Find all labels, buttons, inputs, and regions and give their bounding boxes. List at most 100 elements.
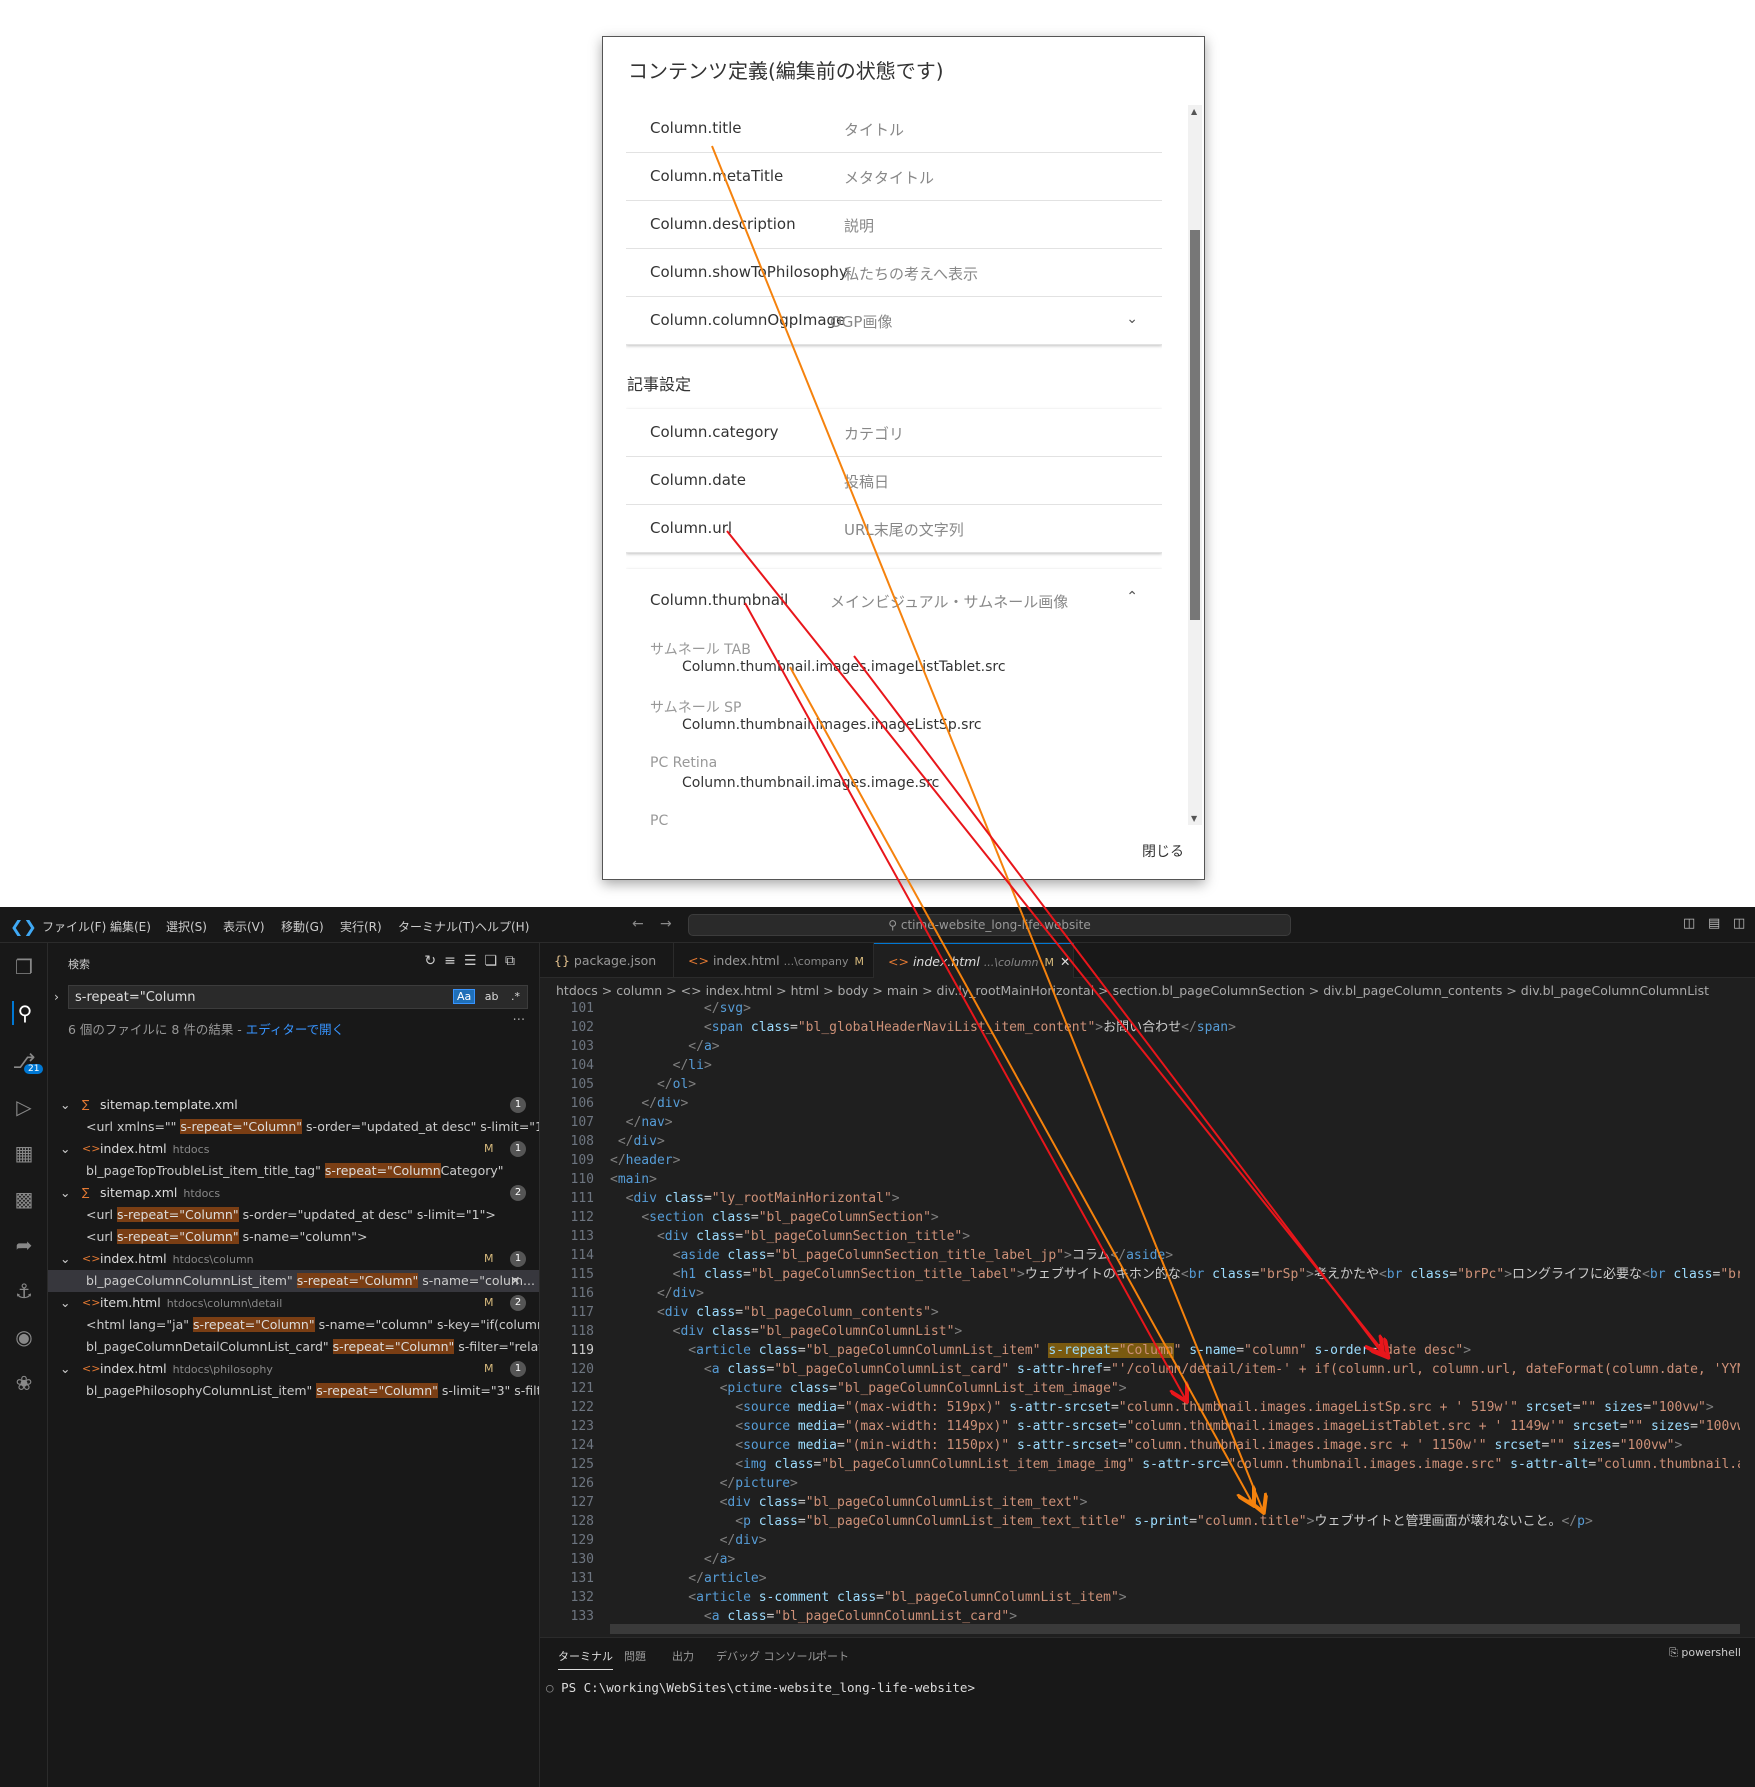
toggle-panel-icon[interactable]: ▤ — [1708, 916, 1720, 931]
scroll-up-icon[interactable]: ▲ — [1191, 107, 1197, 116]
code-line[interactable]: 112 <section class="bl_pageColumnSection… — [540, 1208, 1740, 1227]
code-line[interactable]: 121 <picture class="bl_pageColumnColumnL… — [540, 1379, 1740, 1398]
scroll-down-icon[interactable]: ▼ — [1191, 814, 1197, 823]
menu-item[interactable]: 表示(V) — [223, 918, 265, 935]
forward-arrow-icon[interactable]: → — [660, 916, 672, 932]
code-line[interactable]: 115 <h1 class="bl_pageColumnSection_titl… — [540, 1265, 1740, 1284]
tab-index-company[interactable]: <> index.html ...\company M — [674, 943, 874, 978]
result-match[interactable]: <url s-repeat="Column" s-order="updated_… — [48, 1204, 539, 1226]
more-options-icon[interactable]: ⋯ — [513, 1011, 526, 1026]
toggle-replace-icon[interactable]: › — [54, 989, 59, 1004]
code-line[interactable]: 105 </ol> — [540, 1075, 1740, 1094]
code-line[interactable]: 104 </li> — [540, 1056, 1740, 1075]
code-line[interactable]: 110 <main> — [540, 1170, 1740, 1189]
search-icon[interactable]: ⚲ — [12, 1001, 36, 1025]
scrollbar-thumb[interactable] — [1190, 230, 1200, 620]
command-center[interactable]: ⚲ ctime-website_long-life-website — [688, 914, 1291, 936]
extensions-icon[interactable]: ▦ — [12, 1141, 36, 1165]
code-line[interactable]: 125 <img class="bl_pageColumnColumnList_… — [540, 1455, 1740, 1474]
docker-icon[interactable]: ⚓ — [12, 1279, 36, 1303]
chevron-up-icon[interactable]: ⌃ — [1126, 589, 1138, 605]
regex-toggle[interactable]: .* — [508, 990, 523, 1003]
terminal-prompt[interactable]: ○ PS C:\working\WebSites\ctime-website_l… — [546, 1680, 975, 1695]
collapse-all-icon[interactable]: ⧉ — [505, 953, 523, 969]
code-line[interactable]: 120 <a class="bl_pageColumnColumnList_ca… — [540, 1360, 1740, 1379]
result-match[interactable]: bl_pageColumnDetailColumnList_card" s-re… — [48, 1336, 539, 1358]
code-line[interactable]: 101 </svg> — [540, 1002, 1740, 1018]
field-row-expanded[interactable]: Column.thumbnail メインビジュアル・サムネール画像 ⌃ — [626, 569, 1162, 633]
menu-item[interactable]: ヘルプ(H) — [475, 918, 529, 935]
result-file[interactable]: ⌄ <> index.html htdocs\column M 1 — [48, 1248, 539, 1270]
chevron-down-icon[interactable]: ⌄ — [60, 1358, 70, 1380]
menu-item[interactable]: 移動(G) — [281, 918, 324, 935]
menu-item[interactable]: 実行(R) — [340, 918, 382, 935]
code-line[interactable]: 118 <div class="bl_pageColumnColumnList"… — [540, 1322, 1740, 1341]
run-debug-icon[interactable]: ▷ — [12, 1095, 36, 1119]
result-file[interactable]: ⌄ ∑ sitemap.template.xml 1 — [48, 1094, 539, 1116]
code-line[interactable]: 102 <span class="bl_globalHeaderNaviList… — [540, 1018, 1740, 1037]
result-match[interactable]: bl_pagePhilosophyColumnList_item" s-repe… — [48, 1380, 539, 1402]
chevron-down-icon[interactable]: ⌄ — [60, 1138, 70, 1160]
code-editor[interactable]: 101 </svg> 102 <span class="bl_globalHead… — [540, 1002, 1740, 1624]
horizontal-scrollbar[interactable] — [610, 1624, 1740, 1634]
open-in-editor-link[interactable]: エディターで開く — [246, 1022, 344, 1037]
dismiss-icon[interactable]: ✕ — [510, 1270, 520, 1292]
tab-ports[interactable]: ポート — [816, 1648, 849, 1664]
dialog-scroll-area[interactable]: Column.title タイトル Column.metaTitle メタタイトル … — [626, 105, 1162, 825]
search-input[interactable]: s-repeat="Column Aa ab .* — [68, 985, 528, 1009]
menu-item[interactable]: 選択(S) — [166, 918, 207, 935]
github-icon[interactable]: ◉ — [12, 1325, 36, 1349]
remote-explorer-icon[interactable]: ▩ — [12, 1187, 36, 1211]
tab-problems[interactable]: 問題 — [624, 1648, 646, 1664]
code-line[interactable]: 108 </div> — [540, 1132, 1740, 1151]
close-button[interactable]: 閉じる — [1142, 841, 1184, 861]
code-line[interactable]: 106 </div> — [540, 1094, 1740, 1113]
code-line[interactable]: 122 <source media="(max-width: 519px)" s… — [540, 1398, 1740, 1417]
result-match[interactable]: bl_pageTopTroubleList_item_title_tag" s-… — [48, 1160, 539, 1182]
result-match[interactable]: <url s-repeat="Column" s-name="column"> — [48, 1226, 539, 1248]
code-line[interactable]: 131 </article> — [540, 1569, 1740, 1588]
menu-item[interactable]: ファイル(F) — [42, 918, 106, 935]
tab-debug-console[interactable]: デバッグ コンソール — [716, 1648, 819, 1664]
tab-output[interactable]: 出力 — [672, 1648, 694, 1664]
menu-item[interactable]: 編集(E) — [110, 918, 151, 935]
code-line[interactable]: 130 </a> — [540, 1550, 1740, 1569]
code-line[interactable]: 117 <div class="bl_pageColumn_contents"> — [540, 1303, 1740, 1322]
result-file[interactable]: ⌄ <> item.html htdocs\column\detail M 2 — [48, 1292, 539, 1314]
breadcrumb[interactable]: htdocs > column > <> index.html > html >… — [556, 983, 1709, 998]
explorer-icon[interactable]: ❐ — [12, 955, 36, 979]
match-word-toggle[interactable]: ab — [482, 990, 502, 1003]
back-arrow-icon[interactable]: ← — [632, 916, 644, 932]
code-line[interactable]: 132 <article s-comment class="bl_pageCol… — [540, 1588, 1740, 1607]
code-line[interactable]: 124 <source media="(min-width: 1150px)" … — [540, 1436, 1740, 1455]
live-share-icon[interactable]: ➦ — [12, 1233, 36, 1257]
close-icon[interactable]: ✕ — [1060, 954, 1070, 969]
clear-results-icon[interactable]: ≡ — [444, 953, 464, 969]
new-search-editor-icon[interactable]: ❏ — [484, 953, 505, 969]
chevron-down-icon[interactable]: ⌄ — [60, 1094, 70, 1116]
code-line[interactable]: 119 <article class="bl_pageColumnColumnL… — [540, 1341, 1740, 1360]
code-line[interactable]: 116 </div> — [540, 1284, 1740, 1303]
code-line[interactable]: 123 <source media="(max-width: 1149px)" … — [540, 1417, 1740, 1436]
code-line[interactable]: 114 <aside class="bl_pageColumnSection_t… — [540, 1246, 1740, 1265]
terminal-shell[interactable]: ⎘ powershell — [1669, 1646, 1741, 1660]
code-line[interactable]: 126 </picture> — [540, 1474, 1740, 1493]
chevron-down-icon[interactable]: ⌄ — [60, 1182, 70, 1204]
tab-package-json[interactable]: {} package.json — [540, 943, 674, 978]
tab-index-column[interactable]: <> index.html ...\column M ✕ — [874, 943, 1074, 978]
result-match[interactable]: <html lang="ja" s-repeat="Column" s-name… — [48, 1314, 539, 1336]
refresh-icon[interactable]: ↻ — [424, 953, 444, 969]
result-match[interactable]: bl_pageColumnColumnList_item" s-repeat="… — [48, 1270, 539, 1292]
result-file[interactable]: ⌄ ∑ sitemap.xml htdocs 2 — [48, 1182, 539, 1204]
chevron-down-icon[interactable]: ⌄ — [60, 1248, 70, 1270]
match-case-toggle[interactable]: Aa — [453, 989, 476, 1004]
toggle-sidebar-icon[interactable]: ◫ — [1683, 916, 1695, 931]
code-line[interactable]: 109 </header> — [540, 1151, 1740, 1170]
figma-icon[interactable]: ❀ — [12, 1371, 36, 1395]
code-line[interactable]: 103 </a> — [540, 1037, 1740, 1056]
code-line[interactable]: 129 </div> — [540, 1531, 1740, 1550]
code-line[interactable]: 127 <div class="bl_pageColumnColumnList_… — [540, 1493, 1740, 1512]
field-row-expandable[interactable]: Column.columnOgpImage OGP画像 ⌄ — [626, 297, 1162, 345]
code-line[interactable]: 113 <div class="bl_pageColumnSection_tit… — [540, 1227, 1740, 1246]
result-match[interactable]: <url xmlns="" s-repeat="Column" s-order=… — [48, 1116, 539, 1138]
